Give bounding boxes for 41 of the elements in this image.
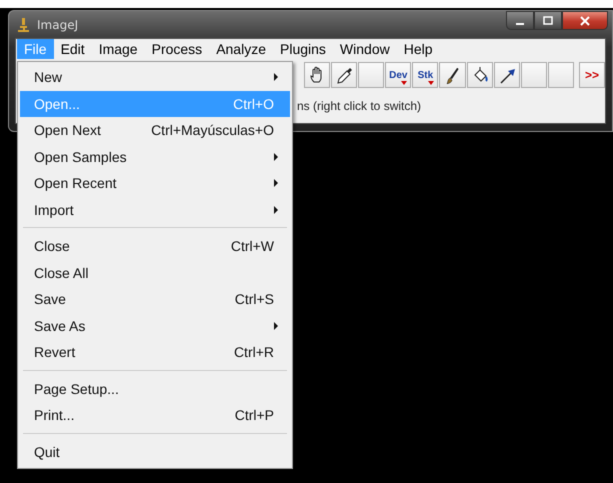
window-title: ImageJ [37, 18, 78, 32]
tool-button[interactable] [466, 62, 493, 88]
menu-bar-item[interactable]: Window [332, 39, 397, 59]
menu-bar-item[interactable]: Image [92, 39, 145, 59]
tool-button[interactable]: Dev [385, 62, 412, 88]
menu-item[interactable]: Revert Ctrl+R [20, 339, 290, 366]
tool-button[interactable] [331, 62, 358, 88]
arrow-icon [498, 66, 516, 84]
menu-bar-item[interactable]: Analyze [209, 39, 273, 59]
close-button[interactable] [562, 11, 608, 30]
dropdown-caret-icon [428, 81, 434, 85]
menu-bar-item[interactable]: Process [144, 39, 210, 59]
menu-bar-item[interactable]: Help [396, 39, 440, 59]
tool-button[interactable] [494, 62, 520, 88]
maximize-icon [543, 16, 553, 26]
menu-item[interactable]: New [20, 64, 290, 90]
menu-item[interactable]: Open Next Ctrl+Mayúsculas+O [20, 117, 290, 144]
more-tools-button[interactable]: >> [578, 62, 606, 88]
minimize-button[interactable] [506, 11, 534, 30]
maximize-button[interactable] [534, 11, 562, 30]
tool-button[interactable]: Stk [412, 62, 438, 88]
status-text: ns (right click to switch) [297, 99, 422, 113]
menu-bar-item[interactable]: Plugins [273, 39, 333, 59]
microscope-icon [17, 16, 29, 32]
tool-button[interactable] [304, 62, 330, 88]
menu-item[interactable]: Close All [20, 260, 290, 286]
menu-item[interactable]: Import [20, 196, 290, 223]
menu-item[interactable]: Page Setup... [20, 376, 290, 402]
menu-item[interactable]: Open Samples [20, 144, 290, 170]
tool-button[interactable] [439, 62, 466, 88]
menu-item[interactable]: Save As [20, 312, 290, 339]
menu-item[interactable]: Close Ctrl+W [20, 233, 290, 260]
close-icon [580, 16, 590, 26]
menu-item[interactable]: Open Recent [20, 170, 290, 196]
minimize-icon [516, 22, 524, 24]
dropdown-caret-icon [401, 81, 408, 85]
menu-item[interactable]: Save Ctrl+S [20, 286, 290, 312]
dropper-icon [335, 66, 354, 84]
menu-bar-item[interactable]: Edit [54, 39, 92, 59]
menu-item[interactable]: Quit [20, 438, 290, 465]
menu-item[interactable]: Print... Ctrl+P [20, 402, 290, 428]
